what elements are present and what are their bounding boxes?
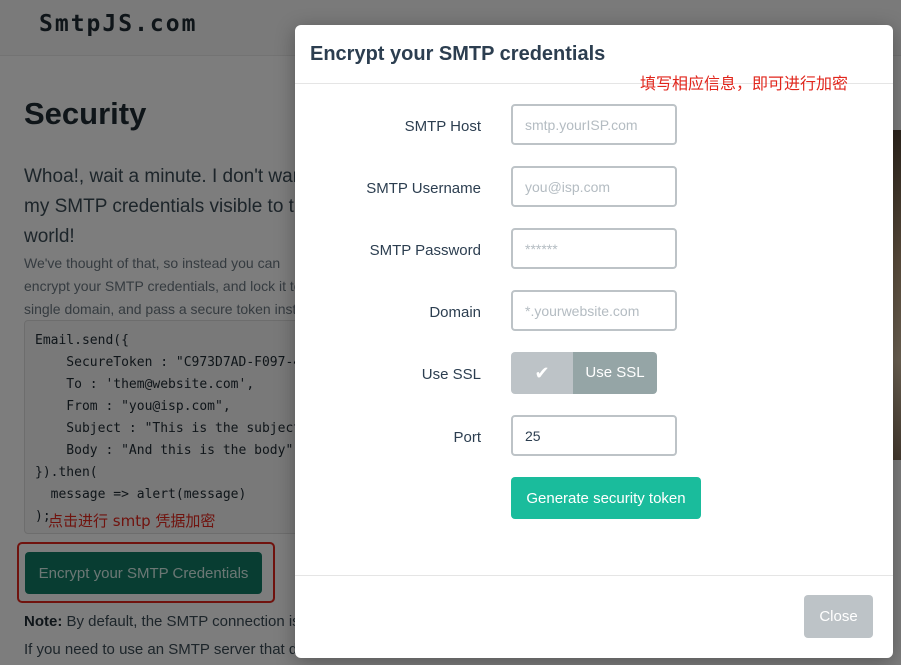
domain-label: Domain	[429, 304, 481, 321]
smtp-host-label: SMTP Host	[404, 118, 481, 135]
smtp-username-input[interactable]	[511, 166, 677, 207]
encrypt-modal: Encrypt your SMTP credentials 填写相应信息，即可进…	[295, 25, 893, 658]
smtp-password-label: SMTP Password	[369, 242, 481, 259]
use-ssl-toggle[interactable]: ✔ Use SSL	[511, 352, 657, 394]
use-ssl-label: Use SSL	[421, 366, 481, 383]
port-label: Port	[453, 429, 481, 446]
generate-token-button[interactable]: Generate security token	[511, 477, 701, 519]
port-input[interactable]	[511, 415, 677, 456]
smtp-username-label: SMTP Username	[366, 180, 481, 197]
close-button[interactable]: Close	[804, 595, 873, 638]
modal-title: Encrypt your SMTP credentials	[310, 43, 606, 65]
modal-annotation: 填写相应信息，即可进行加密	[640, 74, 849, 93]
domain-input[interactable]	[511, 290, 677, 331]
modal-header: Encrypt your SMTP credentials 填写相应信息，即可进…	[295, 25, 893, 93]
check-icon[interactable]: ✔	[511, 352, 573, 394]
modal-footer: Close	[295, 575, 893, 658]
smtp-password-input[interactable]	[511, 228, 677, 269]
use-ssl-toggle-label[interactable]: Use SSL	[573, 352, 657, 394]
smtp-host-input[interactable]	[511, 104, 677, 145]
